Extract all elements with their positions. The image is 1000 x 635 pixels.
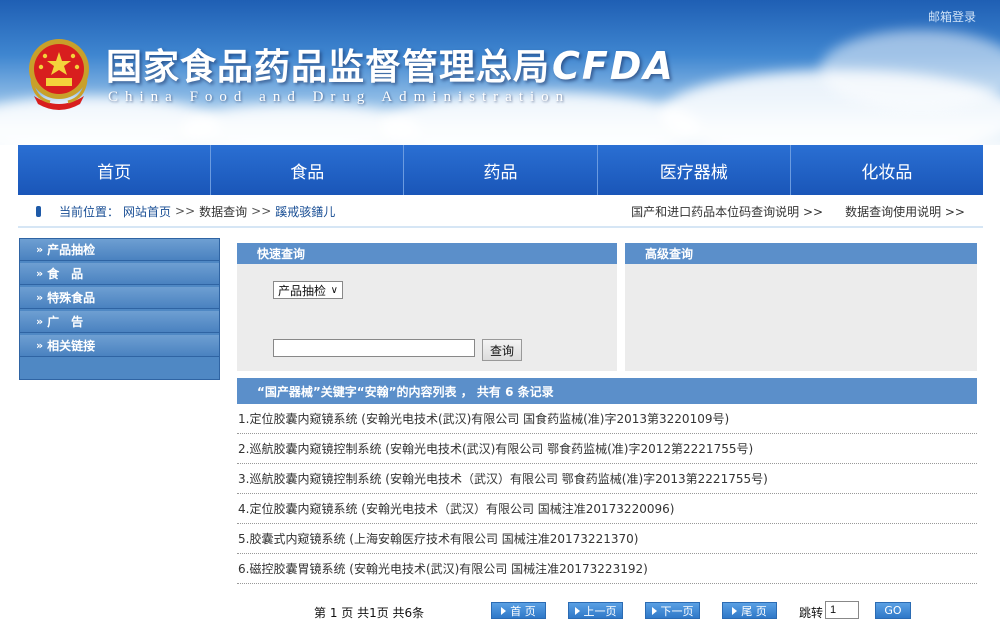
breadcrumb-separator: >> bbox=[251, 204, 272, 218]
drug-code-help-link[interactable]: 国产和进口药品本位码查询说明 >> bbox=[631, 203, 823, 220]
sidebar-item-ads[interactable]: » 广 告 bbox=[20, 311, 219, 333]
location-marker-icon bbox=[36, 205, 41, 217]
list-item[interactable]: 1.定位胶囊内窥镜系统 (安翰光电技术(武汉)有限公司 国食药监械(准)字201… bbox=[237, 404, 977, 434]
next-page-label: 下一页 bbox=[660, 604, 694, 618]
sidebar-item-label: 广 告 bbox=[47, 315, 84, 329]
breadcrumb-label: 当前位置： bbox=[59, 204, 120, 219]
list-item[interactable]: 3.巡航胶囊内窥镜控制系统 (安翰光电技术（武汉）有限公司 鄂食药监械(准)字2… bbox=[237, 464, 977, 494]
main-nav: 首页 食品 药品 医疗器械 化妆品 bbox=[18, 145, 984, 195]
double-chevron-icon: » bbox=[36, 267, 44, 280]
results-list: 1.定位胶囊内窥镜系统 (安翰光电技术(武汉)有限公司 国食药监械(准)字201… bbox=[237, 404, 977, 584]
sidebar-item-label: 特殊食品 bbox=[47, 291, 96, 305]
category-select[interactable]: 产品抽检 ∨ bbox=[273, 281, 343, 299]
quick-search-title: 快速查询 bbox=[237, 243, 617, 264]
nav-item-medical-devices[interactable]: 医疗器械 bbox=[597, 145, 791, 195]
search-button[interactable]: 查询 bbox=[482, 339, 522, 361]
breadcrumb-current-link[interactable]: 蹊戒骇鐥儿 bbox=[275, 203, 335, 220]
nav-item-food[interactable]: 食品 bbox=[211, 145, 405, 195]
sidebar-item-product-sampling[interactable]: » 产品抽检 bbox=[20, 239, 219, 261]
data-query-help-link[interactable]: 数据查询使用说明 >> bbox=[845, 203, 965, 220]
first-page-label: 首 页 bbox=[510, 604, 536, 618]
double-chevron-icon: » bbox=[36, 243, 44, 256]
nav-item-cosmetics[interactable]: 化妆品 bbox=[790, 145, 984, 195]
pagination: 第 1 页 共1页 共6条 首 页 上一页 下一页 尾 页 跳转 GO bbox=[237, 598, 977, 624]
breadcrumb-data-query: 数据查询 bbox=[199, 204, 248, 219]
list-item[interactable]: 5.胶囊式内窥镜系统 (上海安翰医疗技术有限公司 国械注准20173221370… bbox=[237, 524, 977, 554]
sidebar-item-label: 相关链接 bbox=[47, 339, 96, 353]
jump-label: 跳转 bbox=[799, 606, 824, 620]
first-page-button[interactable]: 首 页 bbox=[491, 602, 546, 619]
nav-item-home[interactable]: 首页 bbox=[18, 145, 212, 195]
keyword-input[interactable] bbox=[273, 339, 475, 357]
sidebar-item-related-links[interactable]: » 相关链接 bbox=[20, 335, 219, 357]
breadcrumb-separator: >> bbox=[175, 204, 196, 218]
double-chevron-icon: » bbox=[36, 339, 44, 352]
category-select-value: 产品抽检 bbox=[278, 283, 327, 298]
prev-page-button[interactable]: 上一页 bbox=[568, 602, 623, 619]
last-page-label: 尾 页 bbox=[741, 604, 767, 618]
play-arrow-icon bbox=[651, 606, 657, 615]
site-title-cn: 国家食品药品监督管理总局 bbox=[106, 46, 551, 88]
play-arrow-icon bbox=[501, 606, 507, 615]
sidebar-item-special-food[interactable]: » 特殊食品 bbox=[20, 287, 219, 309]
double-chevron-icon: » bbox=[36, 315, 44, 328]
list-item[interactable]: 4.定位胶囊内窥镜系统 (安翰光电技术（武汉）有限公司 国械注准20173220… bbox=[237, 494, 977, 524]
double-chevron-icon: » bbox=[36, 291, 44, 304]
breadcrumb-help-links: 国产和进口药品本位码查询说明 >> 数据查询使用说明 >> bbox=[609, 203, 983, 220]
site-title-en: China Food and Drug Administration bbox=[108, 89, 571, 105]
quick-search-panel: 快速查询 产品抽检 ∨ 查询 bbox=[237, 243, 617, 371]
breadcrumb: 当前位置： 网站首页 >> 数据查询 >> 蹊戒骇鐥儿 国产和进口药品本位码查询… bbox=[18, 196, 983, 228]
cfda-logo: CFDA bbox=[552, 44, 675, 88]
play-arrow-icon bbox=[574, 606, 580, 615]
page-info: 第 1 页 共1页 共6条 bbox=[314, 606, 425, 620]
advanced-search-title[interactable]: 高级查询 bbox=[625, 243, 977, 264]
prev-page-label: 上一页 bbox=[583, 604, 617, 618]
list-item[interactable]: 2.巡航胶囊内窥镜控制系统 (安翰光电技术(武汉)有限公司 鄂食药监械(准)字2… bbox=[237, 434, 977, 464]
sidebar-item-food[interactable]: » 食 品 bbox=[20, 263, 219, 285]
list-item[interactable]: 6.磁控胶囊胃镜系统 (安翰光电技术(武汉)有限公司 国械注准201732231… bbox=[237, 554, 977, 584]
chevron-down-icon: ∨ bbox=[330, 284, 338, 296]
advanced-search-panel: 高级查询 bbox=[625, 243, 977, 371]
breadcrumb-home-link[interactable]: 网站首页 bbox=[123, 203, 171, 220]
left-sidebar: » 产品抽检 » 食 品 » 特殊食品 » 广 告 » 相关链接 bbox=[19, 238, 220, 380]
email-login-link[interactable]: 邮箱登录 bbox=[928, 8, 976, 25]
next-page-button[interactable]: 下一页 bbox=[645, 602, 700, 619]
national-emblem-icon bbox=[26, 36, 92, 112]
results-header: “国产器械”关键字“安翰”的内容列表 ， 共有 6 条记录 bbox=[237, 378, 977, 404]
header-banner: 邮箱登录 国家食品药品监督管理总局 China Food and Drug Ad… bbox=[0, 0, 1000, 145]
sidebar-item-label: 食 品 bbox=[47, 267, 84, 281]
go-button[interactable]: GO bbox=[875, 602, 911, 619]
sidebar-item-label: 产品抽检 bbox=[47, 243, 96, 257]
play-arrow-icon bbox=[732, 606, 738, 615]
page-number-input[interactable] bbox=[825, 601, 859, 619]
nav-item-drugs[interactable]: 药品 bbox=[404, 145, 598, 195]
last-page-button[interactable]: 尾 页 bbox=[722, 602, 777, 619]
